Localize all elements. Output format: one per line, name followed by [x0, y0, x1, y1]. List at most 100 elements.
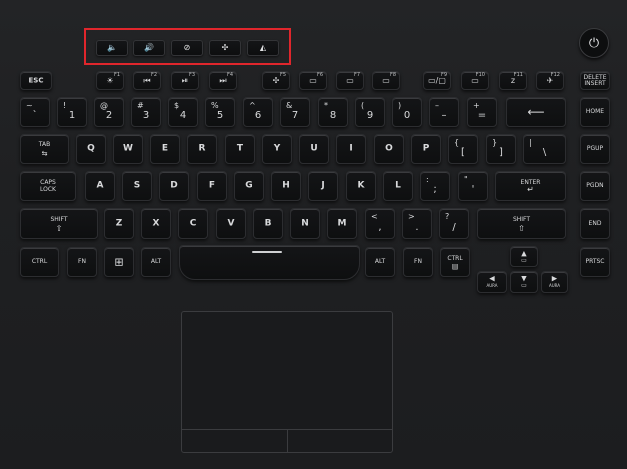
- key-arrow-right[interactable]: ▶ AURA: [541, 271, 568, 293]
- key-d[interactable]: D: [159, 171, 189, 201]
- key-k[interactable]: K: [346, 171, 376, 201]
- key-f6[interactable]: F6 ▭: [299, 71, 327, 90]
- key-pgdn[interactable]: PGDN: [580, 171, 610, 201]
- key-m[interactable]: M: [327, 208, 357, 239]
- fan-mode-button[interactable]: ✣: [209, 40, 241, 56]
- key-2[interactable]: @2: [94, 97, 124, 127]
- key-q[interactable]: Q: [76, 134, 106, 164]
- key-f3[interactable]: F3 ⏯: [171, 71, 199, 90]
- key-f12[interactable]: F12 ✈: [536, 71, 564, 90]
- key-t[interactable]: T: [225, 134, 255, 164]
- key-0[interactable]: ) 0: [392, 97, 422, 127]
- fan-icon: ✣: [272, 75, 280, 85]
- key-slash[interactable]: ? /: [439, 208, 469, 239]
- key-left-alt[interactable]: ALT: [141, 247, 171, 277]
- key-7[interactable]: & 7: [280, 97, 310, 127]
- key-left-ctrl[interactable]: CTRL: [20, 247, 59, 277]
- key-f[interactable]: F: [197, 171, 227, 201]
- key-8[interactable]: * 8: [318, 97, 348, 127]
- key-arrow-up[interactable]: ▲ ▭: [510, 246, 538, 267]
- key-s[interactable]: S: [122, 171, 152, 201]
- key-backtick[interactable]: ~ `: [20, 97, 50, 127]
- key-pgup[interactable]: PGUP: [580, 134, 610, 164]
- key-right-bracket[interactable]: }]: [486, 134, 516, 164]
- key-f4[interactable]: F4 ⏭: [209, 71, 237, 90]
- key-f10[interactable]: F10 ▭: [461, 71, 489, 90]
- mic-mute-button[interactable]: ⊘: [171, 40, 203, 56]
- key-5[interactable]: % 5: [205, 97, 235, 127]
- rog-logo-icon: ◭: [259, 43, 267, 52]
- key-n[interactable]: N: [290, 208, 320, 239]
- key-space[interactable]: [179, 245, 360, 280]
- key-o[interactable]: O: [374, 134, 404, 164]
- key-y[interactable]: Y: [262, 134, 292, 164]
- key-right-ctrl[interactable]: CTRL ▤: [440, 247, 470, 277]
- key-enter[interactable]: ENTER ↵: [495, 171, 566, 201]
- key-left-bracket[interactable]: {[: [448, 134, 478, 164]
- key-prtsc[interactable]: PRTSC: [580, 247, 610, 277]
- key-left-fn[interactable]: FN: [67, 247, 97, 277]
- key-x[interactable]: X: [141, 208, 171, 239]
- key-right-fn[interactable]: FN: [403, 247, 433, 277]
- key-l[interactable]: L: [383, 171, 413, 201]
- key-right-shift[interactable]: SHIFT ⇧: [477, 208, 566, 239]
- touchpad-left-button[interactable]: [182, 429, 288, 453]
- shift-arrow-icon: ⇧: [55, 223, 63, 233]
- key-left-shift[interactable]: SHIFT ⇧: [20, 208, 98, 239]
- key-h[interactable]: H: [271, 171, 301, 201]
- key-f7[interactable]: F7 ▭: [336, 71, 364, 90]
- key-f5[interactable]: F5 ✣: [262, 71, 290, 90]
- touchpad-right-button[interactable]: [288, 429, 392, 453]
- screen-icon: ▭: [309, 75, 317, 85]
- key-f9[interactable]: F9 ▭/▢: [423, 71, 451, 90]
- key-i[interactable]: I: [336, 134, 366, 164]
- key-period[interactable]: >.: [402, 208, 432, 239]
- key-f8[interactable]: F8 ▭: [372, 71, 400, 90]
- key-3[interactable]: #3: [131, 97, 161, 127]
- key-p[interactable]: P: [411, 134, 441, 164]
- volume-down-button[interactable]: 🔈: [96, 40, 128, 56]
- armoury-crate-button[interactable]: ◭: [247, 40, 279, 56]
- key-backslash[interactable]: | \: [523, 134, 566, 164]
- key-e[interactable]: E: [150, 134, 180, 164]
- key-home[interactable]: HOME: [580, 97, 610, 127]
- key-backspace[interactable]: ⟵: [506, 97, 566, 127]
- key-r[interactable]: R: [187, 134, 217, 164]
- key-quote[interactable]: " ': [458, 171, 488, 201]
- key-end[interactable]: END: [580, 208, 610, 239]
- key-w[interactable]: W: [113, 134, 143, 164]
- key-esc[interactable]: ESC: [20, 71, 52, 90]
- key-9[interactable]: (9: [355, 97, 385, 127]
- key-6[interactable]: ^ 6: [243, 97, 273, 127]
- key-z[interactable]: Z: [104, 208, 134, 239]
- key-f2[interactable]: F2 ⏮: [133, 71, 161, 90]
- key-minus[interactable]: – –: [429, 97, 459, 127]
- key-comma[interactable]: <,: [365, 208, 395, 239]
- key-v[interactable]: V: [216, 208, 246, 239]
- key-semicolon[interactable]: :;: [420, 171, 450, 201]
- key-f1[interactable]: F1 ☀: [96, 71, 124, 90]
- key-arrow-left[interactable]: ◀ AURA: [477, 271, 507, 293]
- power-button[interactable]: ⏻: [579, 28, 609, 58]
- key-windows[interactable]: ⊞: [104, 247, 134, 277]
- enter-arrow-icon: ↵: [527, 185, 534, 195]
- key-4[interactable]: $4: [168, 97, 198, 127]
- key-u[interactable]: U: [299, 134, 329, 164]
- key-equals[interactable]: + =: [467, 97, 497, 127]
- key-1[interactable]: ! 1: [57, 97, 87, 127]
- key-b[interactable]: B: [253, 208, 283, 239]
- touchpad[interactable]: [181, 311, 393, 453]
- volume-up-button[interactable]: 🔊: [133, 40, 165, 56]
- key-tab[interactable]: TAB ⇆: [20, 134, 69, 164]
- brightness-icon: ☀: [106, 75, 114, 85]
- key-arrow-down[interactable]: ▼ ▭: [510, 271, 538, 293]
- key-a[interactable]: A: [85, 171, 115, 201]
- key-c[interactable]: C: [178, 208, 208, 239]
- key-f11[interactable]: F11 z: [499, 71, 527, 90]
- backspace-arrow-icon: ⟵: [527, 105, 545, 119]
- key-right-alt[interactable]: ALT: [365, 247, 395, 277]
- key-delete[interactable]: DELETE INSERT: [580, 71, 610, 90]
- key-g[interactable]: G: [234, 171, 264, 201]
- key-caps-lock[interactable]: CAPS LOCK: [20, 171, 76, 201]
- key-j[interactable]: J: [308, 171, 338, 201]
